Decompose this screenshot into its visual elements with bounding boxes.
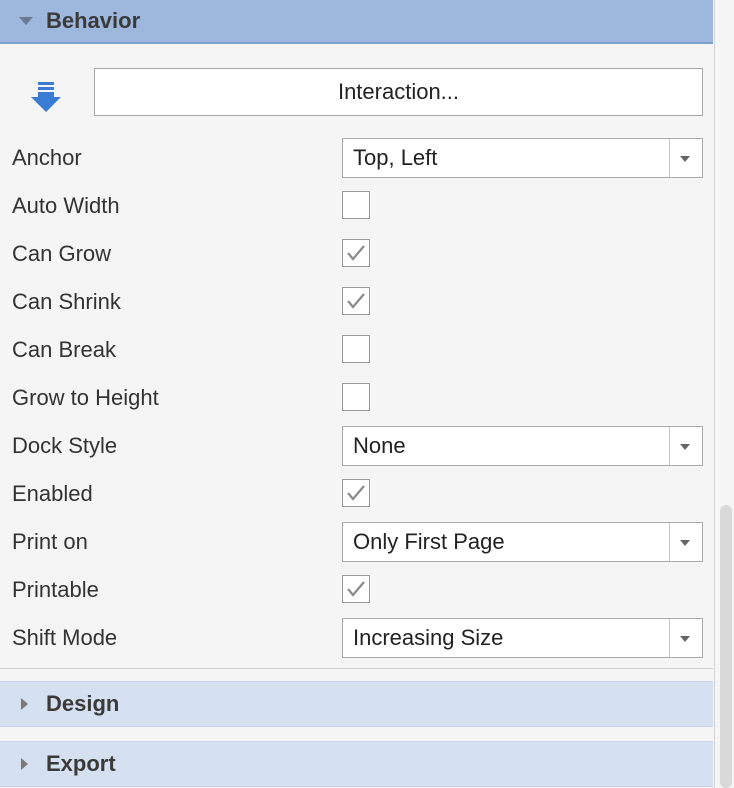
dropdown-value: Only First Page xyxy=(353,529,505,554)
section-divider xyxy=(0,668,713,669)
property-row-shift-mode: Shift Mode Increasing Size xyxy=(0,614,713,662)
property-row-can-grow: Can Grow xyxy=(0,230,713,278)
property-row-auto-width: Auto Width xyxy=(0,182,713,230)
scrollbar-thumb[interactable] xyxy=(720,505,732,788)
anchor-dropdown[interactable]: Top, Left xyxy=(342,138,703,178)
section-header-behavior[interactable]: Behavior xyxy=(0,0,713,44)
chevron-down-icon xyxy=(680,540,690,546)
caret-right-icon xyxy=(21,758,28,770)
dock-style-dropdown[interactable]: None xyxy=(342,426,703,466)
checkmark-icon xyxy=(347,293,365,309)
properties-panel: Behavior Interaction... Anchor Top, Left… xyxy=(0,0,715,788)
can-grow-checkbox[interactable] xyxy=(342,239,370,267)
checkmark-icon xyxy=(347,581,365,597)
property-row-printable: Printable xyxy=(0,566,713,614)
print-on-dropdown[interactable]: Only First Page xyxy=(342,522,703,562)
property-row-anchor: Anchor Top, Left xyxy=(0,134,713,182)
dropdown-value: Increasing Size xyxy=(353,625,504,650)
property-label: Grow to Height xyxy=(12,385,159,410)
can-shrink-checkbox[interactable] xyxy=(342,287,370,315)
property-row-print-on: Print on Only First Page xyxy=(0,518,713,566)
auto-width-checkbox[interactable] xyxy=(342,191,370,219)
section-title-export: Export xyxy=(46,751,116,776)
property-label: Can Grow xyxy=(12,241,112,266)
property-label: Can Shrink xyxy=(12,289,121,314)
property-row-enabled: Enabled xyxy=(0,470,713,518)
can-break-checkbox[interactable] xyxy=(342,335,370,363)
grow-to-height-checkbox[interactable] xyxy=(342,383,370,411)
property-row-grow-to-height: Grow to Height xyxy=(0,374,713,422)
property-label: Print on xyxy=(12,529,88,554)
enabled-checkbox[interactable] xyxy=(342,479,370,507)
section-header-design[interactable]: Design xyxy=(0,681,713,727)
interaction-row: Interaction... xyxy=(0,68,713,118)
property-label: Dock Style xyxy=(12,433,118,458)
section-title-behavior: Behavior xyxy=(46,8,141,33)
printable-checkbox[interactable] xyxy=(342,575,370,603)
dropdown-button[interactable] xyxy=(669,427,702,465)
arrow-down-icon xyxy=(31,82,61,112)
caret-down-icon xyxy=(19,17,33,25)
property-label: Auto Width xyxy=(12,193,120,218)
property-label: Printable xyxy=(12,577,99,602)
checkmark-icon xyxy=(347,245,365,261)
dropdown-button[interactable] xyxy=(669,523,702,561)
property-label: Shift Mode xyxy=(12,625,118,650)
property-row-can-shrink: Can Shrink xyxy=(0,278,713,326)
caret-right-icon xyxy=(21,698,28,710)
property-row-dock-style: Dock Style None xyxy=(0,422,713,470)
property-label: Anchor xyxy=(12,145,82,170)
section-header-export[interactable]: Export xyxy=(0,741,713,787)
chevron-down-icon xyxy=(680,636,690,642)
section-title-design: Design xyxy=(46,691,120,716)
interaction-button[interactable]: Interaction... xyxy=(94,68,703,116)
property-label: Enabled xyxy=(12,481,93,506)
chevron-down-icon xyxy=(680,444,690,450)
property-label: Can Break xyxy=(12,337,116,362)
dropdown-value: Top, Left xyxy=(353,145,438,170)
checkmark-icon xyxy=(347,485,365,501)
dropdown-button[interactable] xyxy=(669,619,702,657)
shift-mode-dropdown[interactable]: Increasing Size xyxy=(342,618,703,658)
property-row-can-break: Can Break xyxy=(0,326,713,374)
dropdown-button[interactable] xyxy=(669,139,702,177)
chevron-down-icon xyxy=(680,156,690,162)
dropdown-value: None xyxy=(353,433,406,458)
